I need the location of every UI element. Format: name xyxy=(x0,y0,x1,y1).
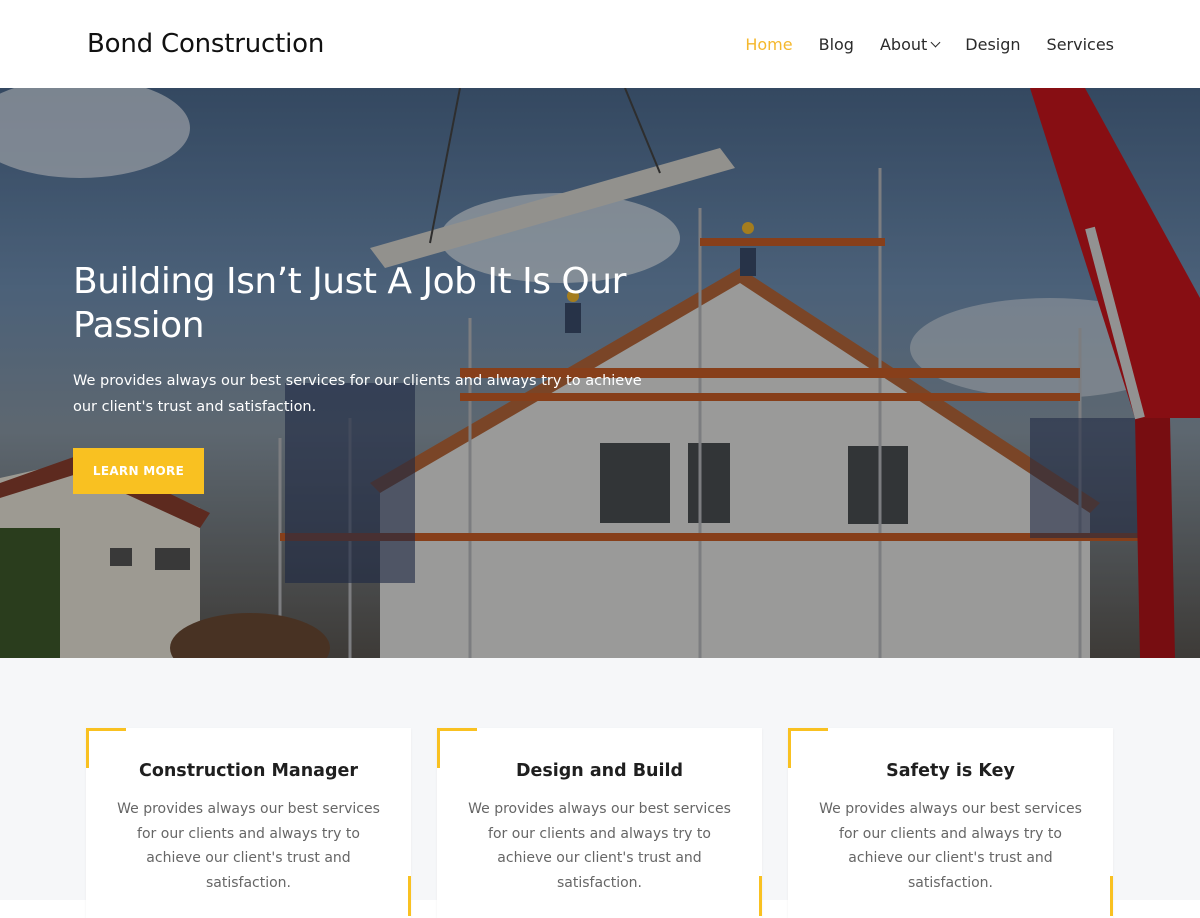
service-card-title: Construction Manager xyxy=(138,761,359,781)
site-header: Bond Construction Home Blog About Design… xyxy=(0,0,1200,88)
services-section: Construction Manager We provides always … xyxy=(0,658,1200,918)
card-corner-accent xyxy=(437,728,477,768)
nav-blog-label: Blog xyxy=(818,34,854,54)
nav-about[interactable]: About xyxy=(879,34,941,54)
card-corner-accent xyxy=(788,728,828,768)
service-card: Design and Build We provides always our … xyxy=(437,728,762,918)
service-card-title: Safety is Key xyxy=(886,761,1015,781)
hero-title: Building Isn’t Just A Job It Is Our Pass… xyxy=(73,261,626,346)
chevron-down-icon xyxy=(930,37,941,47)
hero-content: Building Isn’t Just A Job It Is Our Pass… xyxy=(73,260,673,494)
nav-blog[interactable]: Blog xyxy=(819,35,854,54)
card-corner-accent xyxy=(1110,876,1113,916)
service-card: Construction Manager We provides always … xyxy=(86,728,411,918)
learn-more-button[interactable]: LEARN MORE xyxy=(73,448,204,494)
card-corner-accent xyxy=(759,876,762,916)
nav-home[interactable]: Home xyxy=(745,35,792,54)
service-card-text: We provides always our best services for… xyxy=(468,801,731,891)
hero-subtitle: We provides always our best services for… xyxy=(73,373,642,415)
nav-design[interactable]: Design xyxy=(965,35,1020,54)
nav-design-label: Design xyxy=(965,34,1021,54)
card-corner-accent xyxy=(408,876,411,916)
nav-home-label: Home xyxy=(745,34,793,54)
service-card: Safety is Key We provides always our bes… xyxy=(788,728,1113,918)
service-card-title: Design and Build xyxy=(515,761,684,781)
nav-about-label: About xyxy=(879,34,928,54)
service-card-text: We provides always our best services for… xyxy=(117,801,380,891)
card-corner-accent xyxy=(86,728,126,768)
site-logo[interactable]: Bond Construction xyxy=(87,29,324,59)
nav-services-label: Services xyxy=(1046,34,1114,54)
main-nav: Home Blog About Design Services xyxy=(745,35,1114,54)
service-card-text: We provides always our best services for… xyxy=(819,801,1082,891)
nav-services[interactable]: Services xyxy=(1047,35,1114,54)
hero-banner: Building Isn’t Just A Job It Is Our Pass… xyxy=(0,88,1200,658)
